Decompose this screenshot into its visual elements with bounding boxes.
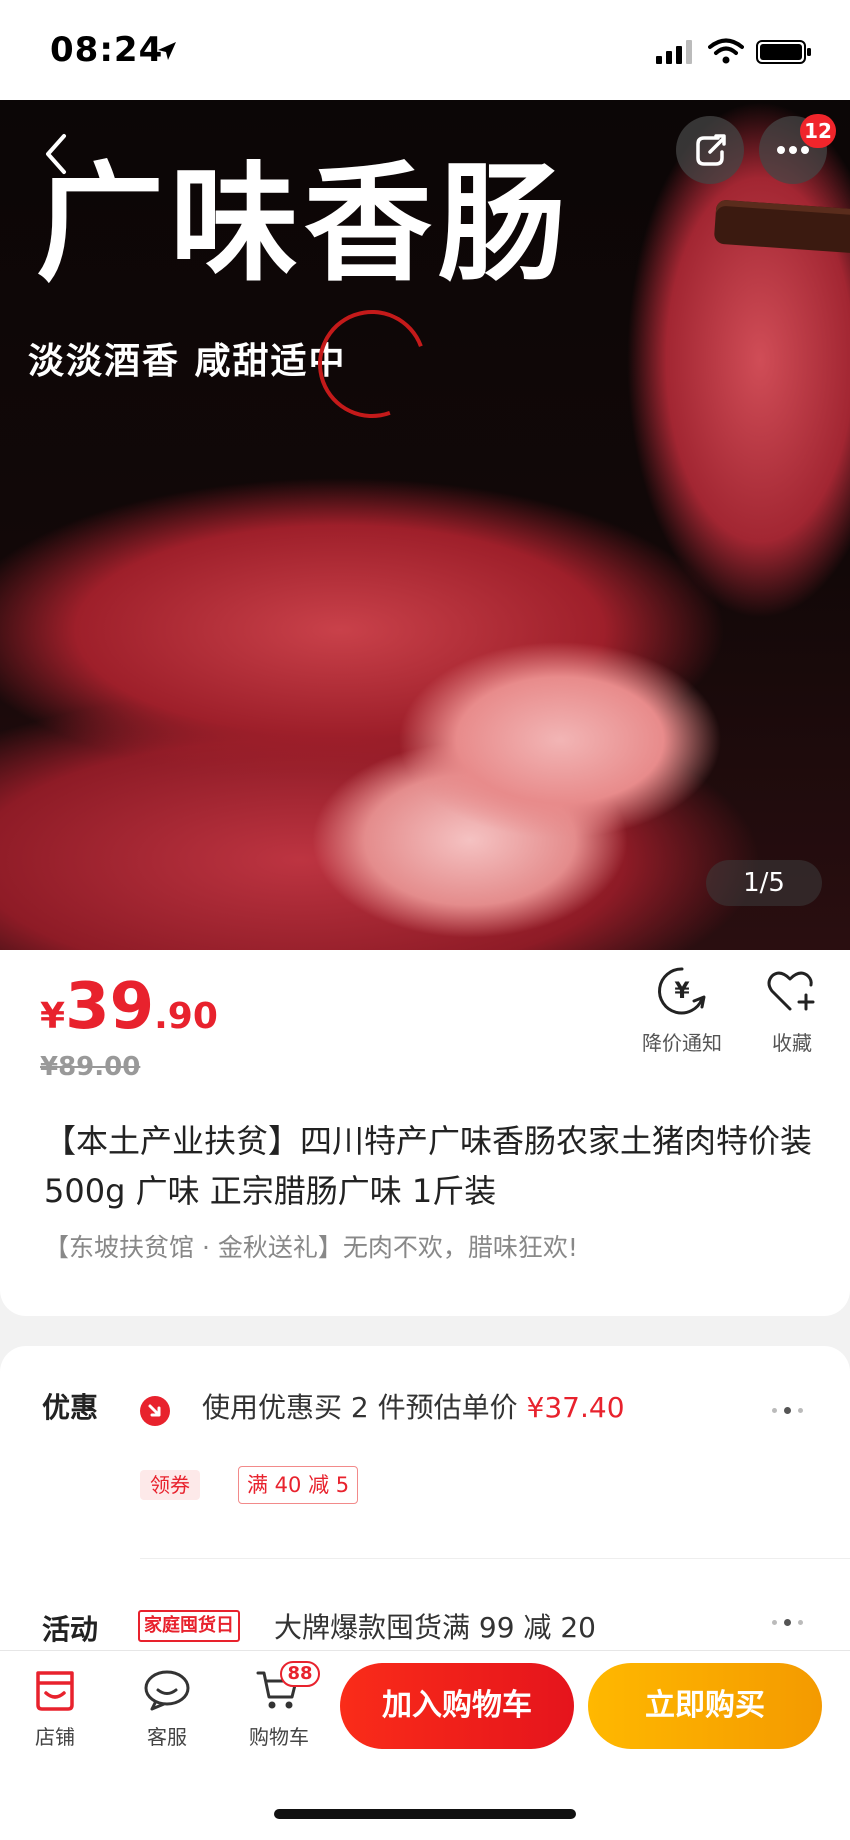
product-title: 【本土产业扶贫】四川特产广味香肠农家土猪肉特价装500g 广味 正宗腊肠广味 1…: [44, 1122, 813, 1210]
share-icon: [696, 134, 726, 166]
image-page-indicator: 1/5: [706, 860, 822, 906]
discount-more-icon[interactable]: [770, 1406, 806, 1416]
cart-nav-button[interactable]: 88 购物车: [234, 1661, 324, 1750]
share-button[interactable]: [676, 116, 744, 184]
discount-row[interactable]: 使用优惠买 2 件预估单价 ¥37.40: [202, 1386, 625, 1426]
status-bar: 08:24: [0, 0, 850, 100]
hero-title: 广味香肠: [36, 149, 573, 299]
discount-price: ¥37.40: [526, 1391, 625, 1424]
red-swirl-decoration: [300, 292, 444, 436]
coupon-tag[interactable]: 满 40 减 5: [238, 1466, 359, 1504]
buy-now-button[interactable]: 立即购买: [588, 1663, 822, 1749]
price-integer: 39: [65, 970, 155, 1044]
store-label: 店铺: [35, 1725, 75, 1749]
status-time: 08:24: [50, 30, 164, 70]
store-icon: [36, 1671, 74, 1711]
chopstick-decoration: [713, 199, 850, 255]
discount-arrow-icon: [140, 1396, 170, 1426]
message-count-badge: 12: [800, 114, 836, 148]
original-price: ¥89.00: [40, 1052, 141, 1082]
customer-service-button[interactable]: 客服: [122, 1667, 212, 1750]
divider: [140, 1558, 850, 1559]
activity-row-label: 活动: [42, 1613, 99, 1646]
product-info-card: ¥39.90 ¥89.00 ¥ 降价通知 收藏 【本土产业扶贫】四川特产广味香肠…: [0, 950, 850, 1316]
bottom-action-bar: 店铺 客服 88 购物车 加入购物车 立即购买: [0, 1650, 850, 1840]
current-price: ¥39.90: [40, 970, 218, 1044]
back-arrow-icon[interactable]: [30, 124, 90, 184]
price-decimal: .90: [154, 996, 218, 1037]
price-bell-icon: ¥: [658, 967, 706, 1015]
cellular-signal-icon: [656, 40, 692, 64]
heart-plus-icon: [767, 971, 815, 1011]
favorite-label: 收藏: [772, 1031, 812, 1055]
product-image-carousel[interactable]: 广味香肠 淡淡酒香 咸甜适中 12 1/5: [0, 100, 850, 950]
location-arrow-icon: [158, 42, 176, 60]
favorite-button[interactable]: 收藏: [752, 965, 832, 1056]
cart-label: 购物车: [249, 1725, 309, 1749]
battery-icon: [756, 40, 811, 64]
activity-more-icon[interactable]: [770, 1618, 806, 1628]
product-subtitle: 【东坡扶贫馆 · 金秋送礼】无肉不欢，腊味狂欢!: [44, 1233, 578, 1262]
promotions-card: 优惠 使用优惠买 2 件预估单价 ¥37.40 领券 满 40 减 5 活动 家…: [0, 1346, 850, 1676]
activity-badge: 家庭囤货日: [138, 1610, 240, 1642]
notify-label: 降价通知: [642, 1031, 722, 1055]
discount-text: 使用优惠买 2 件预估单价: [202, 1391, 527, 1424]
activity-text[interactable]: 大牌爆款囤货满 99 减 20: [274, 1606, 596, 1646]
home-indicator[interactable]: [274, 1809, 576, 1819]
discount-row-label: 优惠: [42, 1391, 99, 1424]
get-coupon-button[interactable]: 领券: [140, 1470, 200, 1500]
cart-count-badge: 88: [280, 1661, 320, 1687]
store-nav-button[interactable]: 店铺: [10, 1667, 100, 1750]
price-drop-notify-button[interactable]: ¥ 降价通知: [632, 965, 732, 1056]
service-label: 客服: [147, 1725, 187, 1749]
price-currency: ¥: [40, 996, 66, 1037]
svg-text:¥: ¥: [674, 979, 690, 1004]
chat-bubble-icon: [144, 1670, 190, 1711]
hero-subtitle: 淡淡酒香 咸甜适中: [28, 340, 347, 382]
add-to-cart-button[interactable]: 加入购物车: [340, 1663, 574, 1749]
wifi-icon: [708, 38, 744, 64]
